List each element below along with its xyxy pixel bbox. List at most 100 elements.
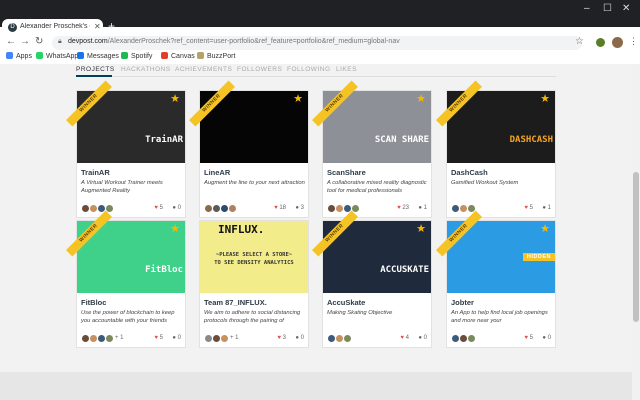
buzzport-icon (197, 52, 204, 59)
tab-followers[interactable]: FOLLOWERS (237, 66, 282, 73)
forward-icon[interactable]: → (20, 36, 30, 48)
back-icon[interactable]: ← (6, 36, 16, 48)
like-count[interactable]: ♥ 18 (274, 205, 286, 211)
project-card[interactable]: TrainAR WINNER ★ TrainAR A Virtual Workout T… (66, 80, 186, 218)
card-footer: ♥ 23 ● 1 (323, 201, 431, 217)
project-description: A Virtual Workout Trainer meets Augmente… (81, 180, 163, 194)
project-title[interactable]: AccuSkate (327, 298, 365, 307)
comment-count[interactable]: ● 0 (295, 335, 304, 341)
profile-nav-divider (76, 76, 556, 77)
bookmark-label: Spotify (131, 53, 153, 60)
scrollbar-thumb[interactable] (633, 172, 639, 322)
project-card[interactable]: FitBloc WINNER ★ FitBloc Use the power of bl… (66, 210, 186, 348)
comment-count[interactable]: ● 3 (295, 205, 304, 211)
like-count[interactable]: ♥ 5 (154, 205, 163, 211)
comment-count[interactable]: ● 0 (172, 205, 181, 211)
comment-icon: ● (542, 205, 546, 211)
like-count[interactable]: ♥ 5 (524, 335, 533, 341)
tab-following[interactable]: FOLLOWING (287, 66, 331, 73)
heart-icon: ♥ (524, 335, 528, 341)
reload-icon[interactable]: ↻ (35, 36, 43, 48)
project-title[interactable]: ScanShare (327, 168, 366, 177)
project-title[interactable]: Jobter (451, 298, 474, 307)
likes-value: 4 (405, 335, 409, 341)
project-description: A collaborative mixed reality diagnostic… (327, 180, 427, 194)
tab-projects[interactable]: PROJECTS (76, 66, 115, 73)
lock-icon[interactable]: 🔒︎ (58, 38, 62, 46)
comment-count[interactable]: ● 0 (418, 335, 427, 341)
tab-hackathons[interactable]: HACKATHONS (121, 66, 171, 73)
member-avatar[interactable] (220, 334, 229, 343)
project-card[interactable]: INFLUX. ~PLEASE SELECT A STORE~ TO SEE DE… (199, 220, 309, 348)
more-members: + 1 (115, 335, 124, 341)
hidden-badge: HIDDEN (522, 253, 555, 261)
bookmark-label: Canvas (171, 53, 195, 60)
like-count[interactable]: ♥ 23 (397, 205, 409, 211)
heart-icon: ♥ (154, 335, 158, 341)
bookmark-canvas[interactable]: Canvas (161, 52, 195, 60)
project-card[interactable]: WINNER ★ HIDDEN Jobter An App to help find l… (436, 210, 556, 348)
window-close-icon[interactable]: ✕ (622, 3, 630, 14)
bookmark-messages[interactable]: Messages (77, 52, 119, 60)
comment-count[interactable]: ● 1 (542, 205, 551, 211)
project-thumbnail[interactable]: INFLUX. ~PLEASE SELECT A STORE~ TO SEE DE… (200, 221, 308, 293)
project-card[interactable]: WINNER ★ LineAR Augment the line to your ne… (189, 80, 309, 218)
bookmark-apps[interactable]: Apps (6, 52, 32, 60)
comment-count[interactable]: ● 0 (172, 335, 181, 341)
card-footer: ♥ 18 ● 3 (200, 201, 308, 217)
project-title[interactable]: DashCash (451, 168, 488, 177)
project-description: Gamified Workout System (451, 180, 519, 186)
comment-icon: ● (295, 205, 299, 211)
comment-icon: ● (542, 335, 546, 341)
member-avatar[interactable] (228, 204, 237, 213)
comments-value: 0 (177, 335, 181, 341)
comment-count[interactable]: ● 1 (418, 205, 427, 211)
bookmark-label: Apps (16, 53, 32, 60)
like-count[interactable]: ♥ 5 (524, 205, 533, 211)
heart-icon: ♥ (154, 205, 158, 211)
card-footer: ♥ 4 ● 0 (323, 331, 431, 347)
bookmark-buzzport[interactable]: BuzzPort (197, 52, 235, 60)
winner-star-icon: ★ (540, 93, 550, 105)
tab-title[interactable]: Alexander Proschek's (Al... (20, 23, 90, 30)
project-title[interactable]: TrainAR (81, 168, 110, 177)
messages-icon (77, 52, 84, 59)
project-card[interactable]: DASHCASH WINNER ★ DashCash Gamified Workout … (436, 80, 556, 218)
devpost-favicon-icon: D (8, 23, 17, 32)
heart-icon: ♥ (397, 205, 401, 211)
like-count[interactable]: ♥ 4 (400, 335, 409, 341)
member-avatar[interactable] (343, 334, 352, 343)
like-count[interactable]: ♥ 3 (277, 335, 286, 341)
winner-star-icon: ★ (540, 223, 550, 235)
tab-likes[interactable]: LIKES (336, 66, 357, 73)
project-description: We aim to adhere to social distancing pr… (204, 310, 301, 324)
thumbnail-text: FitBloc (145, 265, 183, 275)
like-count[interactable]: ♥ 5 (154, 335, 163, 341)
comments-value: 0 (547, 335, 551, 341)
browser-menu-icon[interactable]: ⋮ (629, 36, 638, 47)
new-tab-icon[interactable]: + (108, 20, 115, 32)
bookmark-star-icon[interactable]: ☆ (575, 36, 584, 47)
maximize-icon[interactable]: ☐ (603, 3, 612, 14)
bookmark-spotify[interactable]: Spotify (121, 52, 152, 60)
url-text[interactable]: devpost.com/AlexanderProschek?ref_conten… (68, 38, 400, 45)
tab-close-icon[interactable]: ✕ (94, 22, 101, 31)
project-title[interactable]: LineAR (204, 168, 230, 177)
comment-count[interactable]: ● 0 (542, 335, 551, 341)
extension-icon[interactable] (596, 38, 605, 47)
member-avatar[interactable] (105, 334, 114, 343)
bookmark-whatsapp[interactable]: WhatsApp (36, 52, 78, 60)
project-card[interactable]: ACCUSKATE WINNER ★ AccuSkate Making Skating … (312, 210, 432, 348)
tab-achievements[interactable]: ACHIEVEMENTS (175, 66, 232, 73)
project-title[interactable]: FitBloc (81, 298, 106, 307)
profile-avatar[interactable] (612, 37, 623, 48)
member-avatar[interactable] (467, 334, 476, 343)
minimize-icon[interactable]: – (584, 3, 590, 14)
project-description: Making Skating Objective (327, 310, 393, 316)
project-title[interactable]: Team 87_INFLUX. (204, 298, 267, 307)
thumbnail-text: TrainAR (145, 135, 183, 145)
likes-value: 5 (529, 205, 533, 211)
project-card[interactable]: SCAN SHARE WINNER ★ ScanShare A collaborativ… (312, 80, 432, 218)
comment-icon: ● (295, 335, 299, 341)
comments-value: 0 (423, 335, 427, 341)
